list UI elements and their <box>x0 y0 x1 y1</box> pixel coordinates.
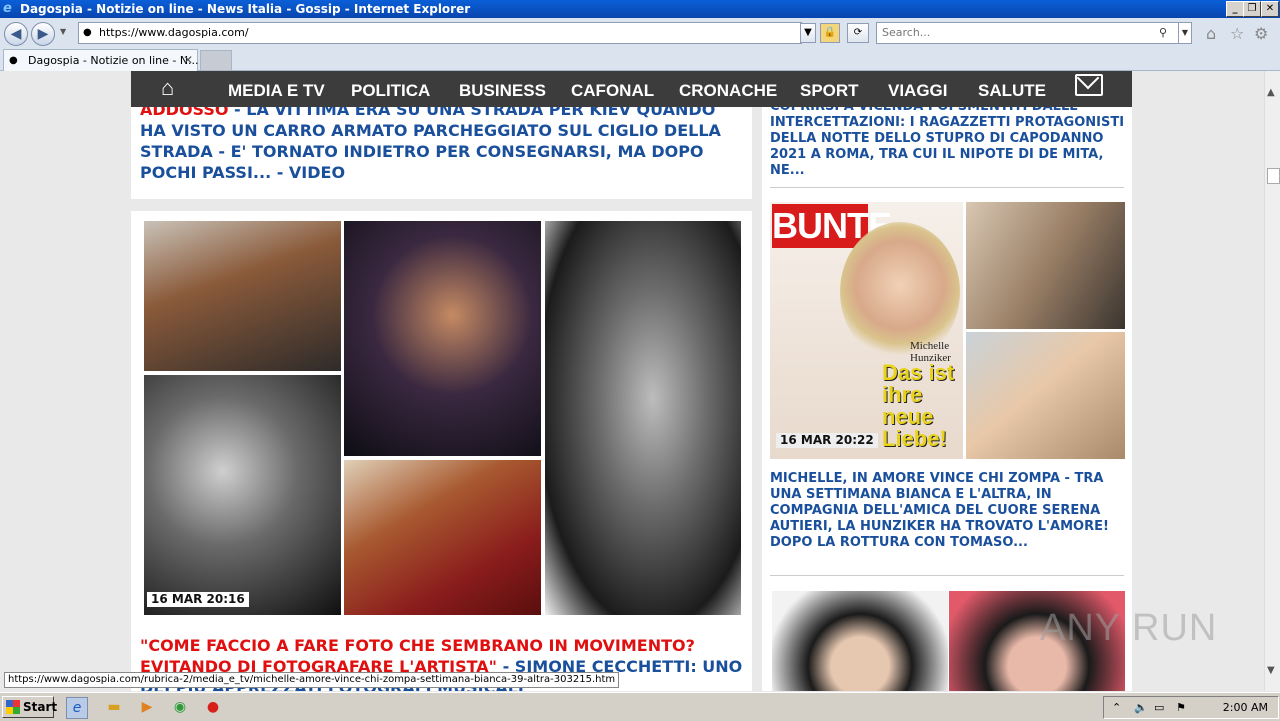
nav-item-viaggi[interactable]: VIAGGI <box>888 81 948 101</box>
windows-logo-icon <box>6 700 20 714</box>
taskbar-opera-icon[interactable]: ● <box>203 697 223 717</box>
back-button[interactable]: ◀ <box>4 22 28 46</box>
new-tab-button[interactable] <box>200 50 232 71</box>
tab-label: Dagospia - Notizie on line - N... <box>28 54 199 67</box>
chevron-down-icon: ▼ <box>804 27 812 38</box>
close-button[interactable]: ✕ <box>1261 1 1279 17</box>
tab-strip: ● Dagospia - Notizie on line - N... ✕ <box>0 48 1280 71</box>
clock: 2:00 AM <box>1222 701 1268 714</box>
photo-kiss[interactable] <box>966 202 1125 329</box>
divider <box>770 575 1124 576</box>
photo-portrait-glasses[interactable] <box>144 221 341 371</box>
nav-item-business[interactable]: BUSINESS <box>459 81 546 101</box>
home-icon[interactable]: ⌂ <box>1206 24 1216 43</box>
tab-dagospia[interactable]: ● Dagospia - Notizie on line - N... ✕ <box>3 49 199 71</box>
network-icon[interactable]: ▭ <box>1154 697 1164 718</box>
tab-favicon-icon: ● <box>9 55 18 66</box>
minimize-button[interactable]: _ <box>1226 1 1244 17</box>
search-input[interactable]: Search... ⚲ ▼ <box>876 22 1192 44</box>
photo-football-hug[interactable] <box>344 460 541 615</box>
nav-mail-icon[interactable] <box>1075 74 1103 96</box>
system-tray: ⌃ 🔈 ▭ ⚑ 2:00 AM <box>1103 696 1279 719</box>
photo-friends[interactable] <box>966 332 1125 459</box>
nav-item-cronache[interactable]: CRONACHE <box>679 81 777 101</box>
site-favicon-icon: ● <box>83 27 92 38</box>
search-placeholder: Search... <box>882 26 931 39</box>
taskbar: Start e ▬ ▶ ◉ ● ⌃ 🔈 ▭ ⚑ 2:00 AM <box>0 692 1280 721</box>
timestamp-badge-right: 16 MAR 20:22 <box>776 433 878 448</box>
search-icon[interactable]: ⚲ <box>1159 23 1167 43</box>
scroll-up-icon[interactable]: ▲ <box>1267 87 1275 98</box>
photo-face-closeup[interactable] <box>545 221 741 615</box>
taskbar-explorer-icon[interactable]: ▬ <box>104 697 124 717</box>
divider <box>770 187 1124 188</box>
search-dropdown-icon[interactable]: ▼ <box>1178 23 1191 43</box>
volume-icon[interactable]: 🔈 <box>1134 697 1148 718</box>
internet-explorer-icon: e <box>3 1 12 16</box>
right-column: COPRIRSI A VICENDA POI SMENTITI DALLE IN… <box>762 71 1132 691</box>
web-page: ⌂ MEDIA E TV POLITICA BUSINESS CAFONAL C… <box>0 71 1264 691</box>
taskbar-media-icon[interactable]: ▶ <box>137 697 157 717</box>
cover-big-title: Das ist ihre neue Liebe! <box>882 360 955 451</box>
forward-arrow-icon: ▶ <box>37 26 49 42</box>
favorites-star-icon[interactable]: ☆ <box>1230 24 1244 43</box>
lock-icon: 🔒 <box>823 27 837 38</box>
forward-button[interactable]: ▶ <box>31 22 55 46</box>
site-nav-bar: ⌂ MEDIA E TV POLITICA BUSINESS CAFONAL C… <box>131 71 1132 107</box>
article-headline[interactable]: ADDOSSO - LA VITTIMA ERA SU UNA STRADA P… <box>140 99 740 183</box>
flag-icon[interactable]: ⚑ <box>1176 697 1186 718</box>
photo-woman-bangs-1[interactable] <box>772 591 948 691</box>
nav-item-salute[interactable]: SALUTE <box>978 81 1046 101</box>
nav-item-media-e-tv[interactable]: MEDIA E TV <box>228 81 325 101</box>
url-text: https://www.dagospia.com/ <box>99 26 249 39</box>
magazine-cover-image[interactable]: BUNTE Michelle Hunziker Das ist ihre neu… <box>770 202 963 459</box>
cover-logo: BUNTE <box>772 204 892 248</box>
tab-close-icon[interactable]: ✕ <box>183 50 193 71</box>
nav-item-sport[interactable]: SPORT <box>800 81 859 101</box>
nav-item-cafonal[interactable]: CAFONAL <box>571 81 654 101</box>
refresh-icon: ⟳ <box>853 27 863 38</box>
timestamp-badge: 16 MAR 20:16 <box>147 592 249 607</box>
settings-gear-icon[interactable]: ⚙ <box>1254 24 1268 43</box>
back-arrow-icon: ◀ <box>10 26 22 42</box>
article-card-photo: 16 MAR 20:16 "COME FACCIO A FARE FOTO CH… <box>131 211 752 691</box>
watermark-text: ANY RUN <box>1040 607 1218 649</box>
address-toolbar: ◀ ▶ ▼ ● https://www.dagospia.com/ ▼ 🔒 ⟳ … <box>0 18 1280 48</box>
taskbar-ie-icon[interactable]: e <box>66 697 88 719</box>
photo-singer-piano[interactable] <box>344 221 541 456</box>
refresh-button[interactable]: ⟳ <box>847 23 869 43</box>
status-link-url: https://www.dagospia.com/rubrica-2/media… <box>4 672 620 688</box>
address-dropdown-button[interactable]: ▼ <box>800 23 816 43</box>
window-titlebar: e Dagospia - Notizie on line - News Ital… <box>0 0 1280 18</box>
vertical-scrollbar[interactable]: ▲ ▼ <box>1264 71 1280 691</box>
photo-guitarist[interactable] <box>144 375 341 615</box>
window-title: Dagospia - Notizie on line - News Italia… <box>20 2 471 16</box>
nav-item-politica[interactable]: POLITICA <box>351 81 430 101</box>
right-headline-1[interactable]: COPRIRSI A VICENDA POI SMENTITI DALLE IN… <box>770 99 1126 179</box>
nav-home-icon[interactable]: ⌂ <box>161 75 174 101</box>
lock-button[interactable]: 🔒 <box>820 23 840 43</box>
tray-arrow-icon[interactable]: ⌃ <box>1112 697 1121 718</box>
start-label: Start <box>23 700 58 714</box>
taskbar-chrome-icon[interactable]: ◉ <box>170 697 190 717</box>
headline-blue-part: - LA VITTIMA ERA SU UNA STRADA PER KIEV … <box>140 100 721 182</box>
history-dropdown-icon[interactable]: ▼ <box>60 27 66 36</box>
scroll-down-icon[interactable]: ▼ <box>1267 665 1275 676</box>
right-headline-2[interactable]: MICHELLE, IN AMORE VINCE CHI ZOMPA - TRA… <box>770 471 1126 551</box>
restore-button[interactable]: ❐ <box>1243 1 1261 17</box>
start-button[interactable]: Start <box>2 696 58 718</box>
scroll-thumb[interactable] <box>1267 168 1280 184</box>
address-field[interactable]: ● https://www.dagospia.com/ <box>78 22 802 44</box>
